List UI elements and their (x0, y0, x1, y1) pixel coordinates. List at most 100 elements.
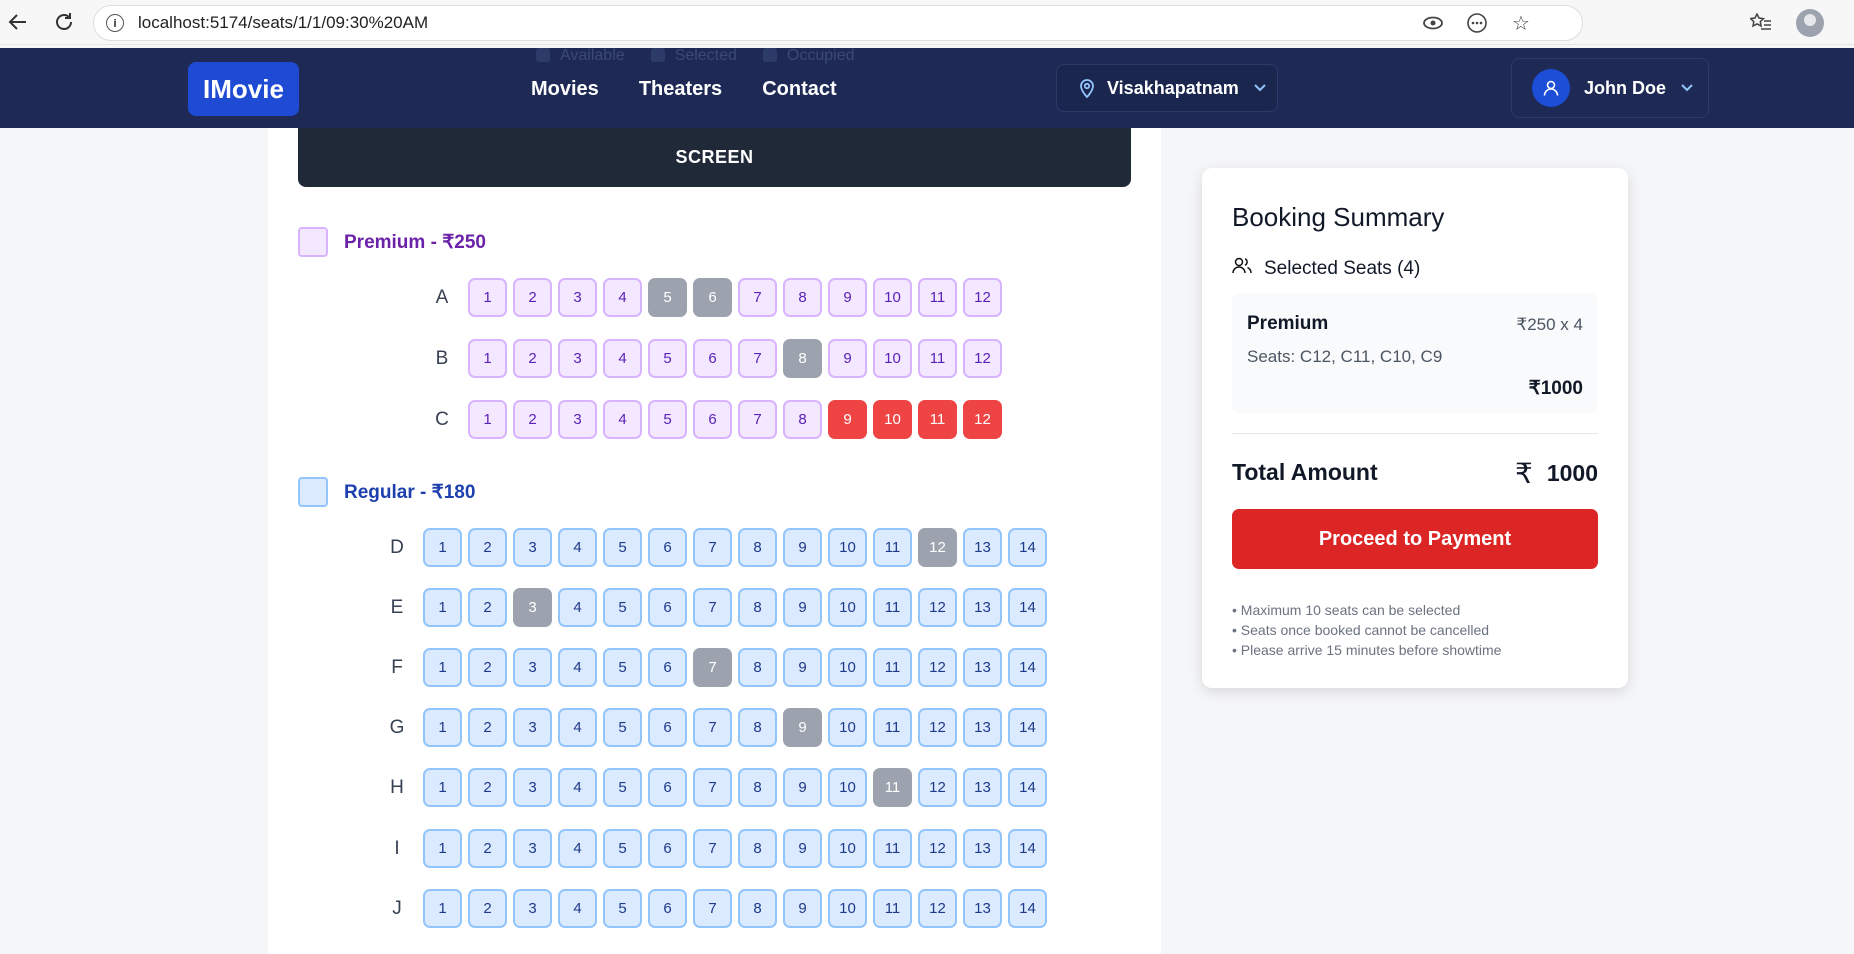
seat-e12[interactable]: 12 (918, 588, 957, 627)
seat-f1[interactable]: 1 (423, 648, 462, 687)
seat-c11[interactable]: 11 (918, 400, 957, 439)
seat-c7[interactable]: 7 (738, 400, 777, 439)
seat-f3[interactable]: 3 (513, 648, 552, 687)
seat-d2[interactable]: 2 (468, 528, 507, 567)
favorite-star-icon[interactable]: ☆ (1508, 10, 1534, 36)
seat-c10[interactable]: 10 (873, 400, 912, 439)
browser-profile-avatar[interactable] (1796, 9, 1824, 37)
seat-b7[interactable]: 7 (738, 339, 777, 378)
seat-d11[interactable]: 11 (873, 528, 912, 567)
nav-theaters-link[interactable]: Theaters (639, 78, 722, 101)
seat-j6[interactable]: 6 (648, 889, 687, 928)
seat-f9[interactable]: 9 (783, 648, 822, 687)
seat-h4[interactable]: 4 (558, 768, 597, 807)
seat-j12[interactable]: 12 (918, 889, 957, 928)
seat-b3[interactable]: 3 (558, 339, 597, 378)
seat-h2[interactable]: 2 (468, 768, 507, 807)
nav-contact-link[interactable]: Contact (762, 78, 836, 101)
city-selector[interactable]: Visakhapatnam (1056, 64, 1278, 112)
seat-f6[interactable]: 6 (648, 648, 687, 687)
seat-e4[interactable]: 4 (558, 588, 597, 627)
seat-b2[interactable]: 2 (513, 339, 552, 378)
site-info-icon[interactable]: i (106, 14, 124, 32)
seat-g14[interactable]: 14 (1008, 708, 1047, 747)
seat-h14[interactable]: 14 (1008, 768, 1047, 807)
seat-e14[interactable]: 14 (1008, 588, 1047, 627)
seat-a7[interactable]: 7 (738, 278, 777, 317)
imovie-logo[interactable]: IMovie (188, 62, 299, 116)
seat-h5[interactable]: 5 (603, 768, 642, 807)
seat-b5[interactable]: 5 (648, 339, 687, 378)
seat-c4[interactable]: 4 (603, 400, 642, 439)
user-menu[interactable]: John Doe (1511, 58, 1709, 118)
seat-b11[interactable]: 11 (918, 339, 957, 378)
seat-i13[interactable]: 13 (963, 829, 1002, 868)
seat-b1[interactable]: 1 (468, 339, 507, 378)
back-arrow-icon[interactable] (4, 8, 32, 36)
reload-icon[interactable] (50, 8, 78, 36)
more-options-icon[interactable] (1464, 10, 1490, 36)
seat-i10[interactable]: 10 (828, 829, 867, 868)
seat-g8[interactable]: 8 (738, 708, 777, 747)
seat-a2[interactable]: 2 (513, 278, 552, 317)
seat-i6[interactable]: 6 (648, 829, 687, 868)
seat-e10[interactable]: 10 (828, 588, 867, 627)
seat-j9[interactable]: 9 (783, 889, 822, 928)
seat-d3[interactable]: 3 (513, 528, 552, 567)
seat-j5[interactable]: 5 (603, 889, 642, 928)
seat-d14[interactable]: 14 (1008, 528, 1047, 567)
seat-g3[interactable]: 3 (513, 708, 552, 747)
seat-d5[interactable]: 5 (603, 528, 642, 567)
favorites-list-icon[interactable] (1748, 10, 1774, 36)
seat-f8[interactable]: 8 (738, 648, 777, 687)
seat-j11[interactable]: 11 (873, 889, 912, 928)
seat-f10[interactable]: 10 (828, 648, 867, 687)
seat-a9[interactable]: 9 (828, 278, 867, 317)
seat-g4[interactable]: 4 (558, 708, 597, 747)
seat-i9[interactable]: 9 (783, 829, 822, 868)
seat-e5[interactable]: 5 (603, 588, 642, 627)
seat-i1[interactable]: 1 (423, 829, 462, 868)
seat-c8[interactable]: 8 (783, 400, 822, 439)
seat-g12[interactable]: 12 (918, 708, 957, 747)
seat-e11[interactable]: 11 (873, 588, 912, 627)
seat-i2[interactable]: 2 (468, 829, 507, 868)
seat-b10[interactable]: 10 (873, 339, 912, 378)
seat-i5[interactable]: 5 (603, 829, 642, 868)
seat-j7[interactable]: 7 (693, 889, 732, 928)
seat-d8[interactable]: 8 (738, 528, 777, 567)
seat-j1[interactable]: 1 (423, 889, 462, 928)
seat-g11[interactable]: 11 (873, 708, 912, 747)
seat-e2[interactable]: 2 (468, 588, 507, 627)
seat-h8[interactable]: 8 (738, 768, 777, 807)
seat-i14[interactable]: 14 (1008, 829, 1047, 868)
seat-e8[interactable]: 8 (738, 588, 777, 627)
seat-g5[interactable]: 5 (603, 708, 642, 747)
seat-c6[interactable]: 6 (693, 400, 732, 439)
seat-g1[interactable]: 1 (423, 708, 462, 747)
seat-b9[interactable]: 9 (828, 339, 867, 378)
seat-e13[interactable]: 13 (963, 588, 1002, 627)
seat-h10[interactable]: 10 (828, 768, 867, 807)
seat-a11[interactable]: 11 (918, 278, 957, 317)
seat-j13[interactable]: 13 (963, 889, 1002, 928)
seat-h3[interactable]: 3 (513, 768, 552, 807)
seat-h9[interactable]: 9 (783, 768, 822, 807)
seat-g7[interactable]: 7 (693, 708, 732, 747)
seat-d6[interactable]: 6 (648, 528, 687, 567)
seat-e6[interactable]: 6 (648, 588, 687, 627)
seat-d10[interactable]: 10 (828, 528, 867, 567)
proceed-to-payment-button[interactable]: Proceed to Payment (1232, 509, 1598, 569)
seat-c5[interactable]: 5 (648, 400, 687, 439)
seat-h7[interactable]: 7 (693, 768, 732, 807)
seat-j2[interactable]: 2 (468, 889, 507, 928)
seat-a3[interactable]: 3 (558, 278, 597, 317)
seat-f5[interactable]: 5 (603, 648, 642, 687)
seat-g13[interactable]: 13 (963, 708, 1002, 747)
seat-i3[interactable]: 3 (513, 829, 552, 868)
seat-c2[interactable]: 2 (513, 400, 552, 439)
seat-e7[interactable]: 7 (693, 588, 732, 627)
seat-i7[interactable]: 7 (693, 829, 732, 868)
seat-b6[interactable]: 6 (693, 339, 732, 378)
seat-i4[interactable]: 4 (558, 829, 597, 868)
